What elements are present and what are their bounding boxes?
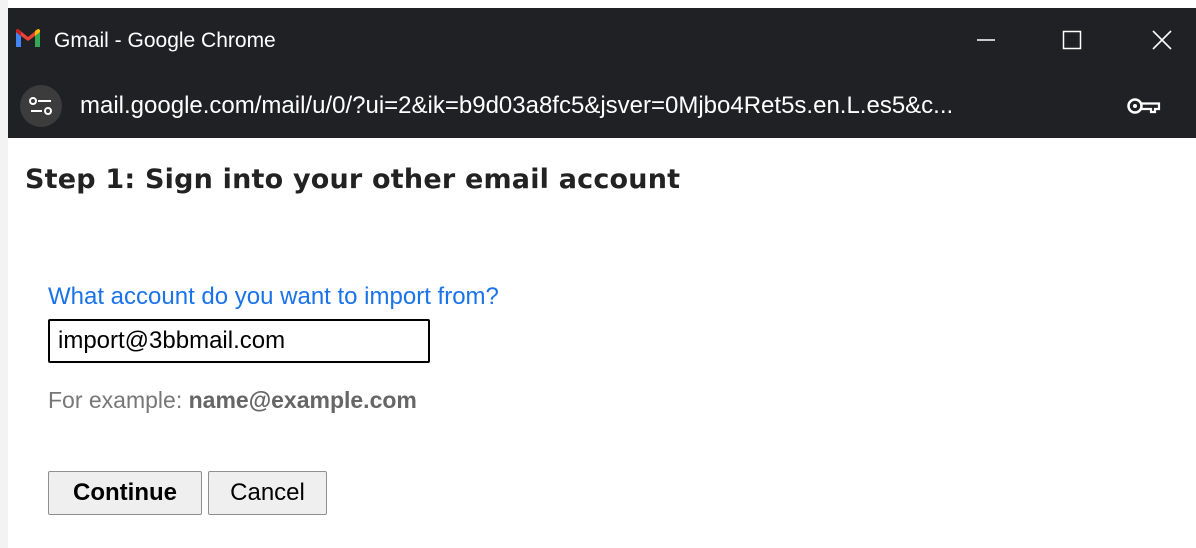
key-icon[interactable] (1126, 92, 1162, 120)
minimize-icon (977, 39, 995, 41)
title-bar: Gmail - Google Chrome (8, 8, 1196, 72)
account-question-label: What account do you want to import from? (48, 283, 499, 310)
window-title: Gmail - Google Chrome (54, 29, 276, 52)
address-bar: mail.google.com/mail/u/0/?ui=2&ik=b9d03a… (8, 72, 1196, 138)
background-strip (0, 0, 8, 548)
dialog-content: Step 1: Sign into your other email accou… (8, 138, 1196, 548)
page-title: Step 1: Sign into your other email accou… (25, 164, 681, 195)
url-display[interactable]: mail.google.com/mail/u/0/?ui=2&ik=b9d03a… (80, 92, 953, 120)
site-info-button[interactable] (20, 85, 62, 127)
email-field[interactable] (48, 319, 430, 363)
close-button[interactable] (1134, 22, 1190, 58)
example-prefix: For example: (48, 387, 189, 413)
close-icon (1152, 30, 1172, 50)
gmail-logo-icon (16, 29, 40, 47)
cancel-button[interactable]: Cancel (208, 471, 327, 515)
browser-popup-window: Gmail - Google Chrome mail.google.com/ma… (8, 8, 1196, 548)
minimize-button[interactable] (958, 22, 1014, 58)
example-hint: For example: name@example.com (48, 387, 417, 414)
site-settings-icon (29, 97, 52, 115)
maximize-button[interactable] (1044, 22, 1100, 58)
maximize-icon (1062, 30, 1082, 50)
continue-button[interactable]: Continue (48, 471, 202, 515)
example-email: name@example.com (188, 387, 417, 413)
